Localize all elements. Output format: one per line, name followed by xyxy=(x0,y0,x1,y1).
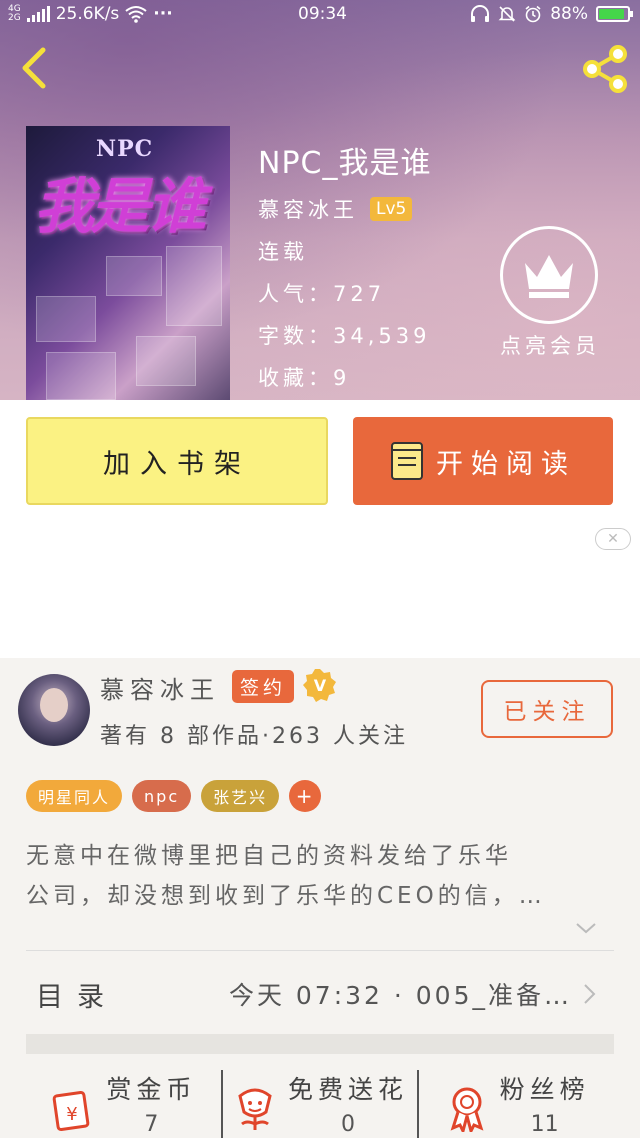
popularity: 人气：727 xyxy=(258,282,386,306)
network-type: 4G 2G xyxy=(8,4,21,23)
author-stats: 著有 8 部作品·263 人关注 xyxy=(100,724,408,749)
level-badge: Lv5 xyxy=(370,197,413,221)
back-icon[interactable] xyxy=(18,46,50,90)
latest-chapter: 今天 07:32 · 005_准备… xyxy=(228,981,572,1010)
book-icon xyxy=(391,442,423,480)
signal-icon xyxy=(26,6,50,22)
chevron-right-icon xyxy=(584,984,596,1004)
reward-coins[interactable]: ¥ 赏金币 7 xyxy=(26,1070,221,1138)
svg-text:V: V xyxy=(314,676,327,695)
tag-list: 明星同人 npc 张艺兴 + xyxy=(26,780,322,812)
signed-badge: 签约 xyxy=(232,670,295,703)
author-section: 慕容冰王 签约 V 著有 8 部作品·263 人关注 已关注 明星同人 npc … xyxy=(0,658,640,1138)
follow-button[interactable]: 已关注 xyxy=(481,680,613,738)
word-count: 字数：34,539 xyxy=(258,324,431,348)
vip-label: 点亮会员 xyxy=(500,334,600,358)
tag[interactable]: 明星同人 xyxy=(26,780,123,812)
network-speed: 25.6K/s xyxy=(55,4,120,24)
verified-icon: V xyxy=(303,669,336,702)
vip-button[interactable]: 点亮会员 xyxy=(500,226,600,360)
chevron-down-icon[interactable] xyxy=(574,920,598,936)
book-title: NPC_我是谁 xyxy=(258,146,432,181)
close-icon[interactable]: ✕ xyxy=(595,528,631,550)
add-to-shelf-button[interactable]: 加入书架 xyxy=(26,417,328,505)
divider xyxy=(26,950,614,951)
tag[interactable]: npc xyxy=(132,780,192,812)
book-cover[interactable]: NPC 我是谁 xyxy=(26,126,230,400)
fan-ranking[interactable]: 粉丝榜 11 xyxy=(417,1070,614,1138)
more-icon: ··· xyxy=(153,4,173,24)
book-info: NPC_我是谁 慕容冰王 Lv5 连载 人气：727 字数：34,539 收藏：… xyxy=(258,138,431,404)
headphones-icon xyxy=(471,5,490,22)
cover-title: 我是谁 xyxy=(34,172,206,242)
crown-icon xyxy=(525,255,573,298)
share-icon[interactable] xyxy=(580,44,630,94)
avatar[interactable] xyxy=(18,674,90,746)
favorites-count: 收藏：9 xyxy=(258,366,351,390)
reward-coin-icon: ¥ xyxy=(52,1090,90,1132)
ad-banner: ✕ xyxy=(0,520,640,658)
mute-icon xyxy=(498,6,516,22)
tag[interactable]: 张艺兴 xyxy=(201,780,280,812)
send-flowers[interactable]: 免费送花 0 xyxy=(220,1070,418,1138)
stats-row: ¥ 赏金币 7 免费送花 0 粉丝榜 11 xyxy=(26,1070,614,1138)
wifi-icon xyxy=(125,6,147,23)
action-bar: 加入书架 开始阅读 xyxy=(0,400,640,520)
flower-icon xyxy=(238,1088,272,1130)
serial-status: 连载 xyxy=(258,240,308,264)
battery-icon xyxy=(596,6,633,22)
section-separator xyxy=(26,1034,614,1054)
add-tag-button[interactable]: + xyxy=(289,780,322,812)
table-of-contents-row[interactable]: 目录 今天 07:32 · 005_准备… xyxy=(26,958,614,1030)
book-description[interactable]: 无意中在微博里把自己的资料发给了乐华 公司，却没想到收到了乐华的CEO的信，… xyxy=(26,836,614,916)
medal-icon xyxy=(450,1087,484,1132)
svg-text:¥: ¥ xyxy=(67,1104,78,1125)
battery-percent: 88% xyxy=(550,4,588,24)
toc-label: 目录 xyxy=(36,981,118,1013)
author-name[interactable]: 慕容冰王 xyxy=(100,670,220,705)
clock: 09:34 xyxy=(298,4,347,24)
book-author[interactable]: 慕容冰王 xyxy=(258,194,358,224)
alarm-icon xyxy=(525,5,541,23)
status-bar: 4G 2G 25.6K/s ··· 09:34 88% xyxy=(0,0,640,32)
start-reading-button[interactable]: 开始阅读 xyxy=(353,417,613,505)
